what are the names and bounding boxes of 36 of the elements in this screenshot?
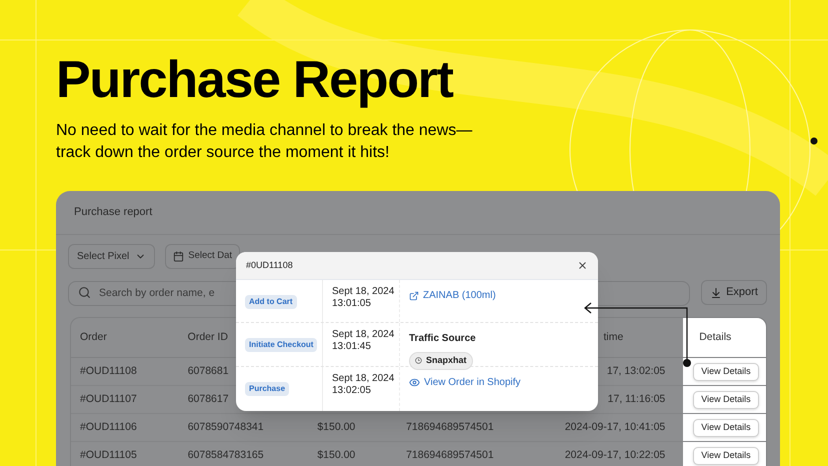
- source-chip: Snapxhat: [409, 352, 473, 370]
- modal-title: #0UD11108: [246, 258, 293, 272]
- page-subtitle: No need to wait for the media channel to break the news—: [56, 121, 472, 141]
- event-time: 13:01:45: [332, 341, 372, 353]
- table-cell-text: 6078590748341: [188, 420, 264, 435]
- panel-title: Purchase report: [74, 205, 152, 220]
- column-header: Order ID: [188, 330, 228, 345]
- column-header: Order: [80, 330, 107, 345]
- table-cell-text: 6078584783165: [188, 448, 264, 463]
- event-badge: Add to Cart: [245, 295, 297, 309]
- table-cell-text: 2024-09-17, 10:22:05: [564, 448, 666, 463]
- table-cell-text: 17, 13:02:05: [606, 364, 666, 379]
- page-title: Purchase Report: [56, 50, 454, 110]
- table-cell-text: 17, 11:16:05: [608, 392, 666, 407]
- event-badge: Purchase: [245, 382, 290, 396]
- event-badge: Initiate Checkout: [245, 338, 318, 352]
- table-cell-text: 2024-09-17, 10:41:05: [564, 420, 666, 435]
- page-subtitle: track down the order source the moment it hits!: [56, 143, 390, 163]
- table-cell-text: 6078617: [188, 392, 229, 407]
- table-cell-text: $150.00: [317, 448, 356, 463]
- event-time: 13:01:05: [332, 298, 372, 310]
- event-date: Sept 18, 2024: [332, 329, 396, 341]
- table-cell-text: $150.00: [317, 420, 356, 435]
- table-cell-text: #OUD11107: [80, 392, 137, 407]
- traffic-source-label: Traffic Source: [409, 332, 476, 346]
- table-cell-text: 718694689574501: [406, 420, 494, 435]
- column-header: Details: [699, 330, 732, 345]
- table-cell-text: #OUD11105: [80, 448, 137, 463]
- table-cell-text: #OUD11108: [80, 364, 137, 379]
- table-cell-text: #OUD11106: [80, 420, 137, 435]
- event-date: Sept 18, 2024: [332, 373, 396, 385]
- column-header: time: [603, 330, 624, 345]
- event-date: Sept 18, 2024: [332, 286, 396, 298]
- event-time: 13:02:05: [332, 385, 372, 397]
- table-cell-text: 718694689574501: [406, 448, 494, 463]
- table-cell-text: 6078681: [188, 364, 229, 379]
